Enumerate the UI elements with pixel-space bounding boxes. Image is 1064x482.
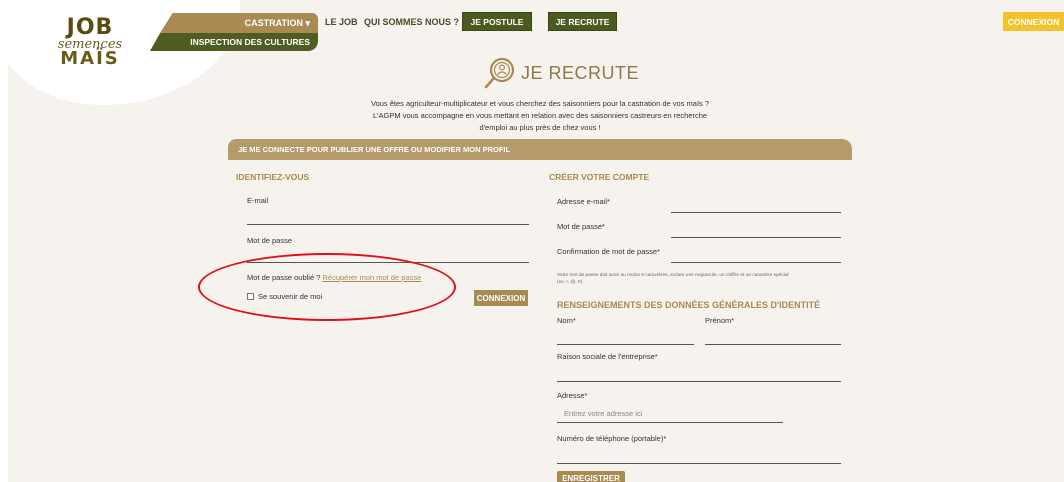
- red-annotation-circle: [198, 253, 456, 321]
- intro-line: d'emploi au plus près de chez vous !: [479, 123, 601, 132]
- nom-label: Nom*: [557, 316, 576, 325]
- phone-label: Numéro de téléphone (portable)*: [557, 434, 667, 443]
- identity-section-title: RENSEIGNEMENTS DES DONNÉES GÉNÉRALES D'I…: [557, 300, 821, 310]
- login-connexion-button[interactable]: CONNEXION: [474, 290, 528, 306]
- nav-qui-sommes-nous[interactable]: QUI SOMMES NOUS ?: [364, 17, 459, 27]
- register-email-label: Adresse e-mail*: [557, 197, 610, 206]
- login-password-label: Mot de passe: [247, 236, 293, 245]
- adresse-label: Adresse*: [557, 391, 588, 400]
- header-connexion-button[interactable]: CONNEXION: [1003, 12, 1064, 31]
- login-email-input[interactable]: [247, 224, 529, 225]
- login-band-header: JE ME CONNECTE POUR PUBLIER UNE OFFRE OU…: [228, 139, 852, 160]
- logo-line-mais: MAÏS: [60, 48, 120, 69]
- page-title: JE RECRUTE: [483, 56, 639, 90]
- brand-logo[interactable]: JOB semences MAÏS: [50, 15, 130, 69]
- nav-castration-menu[interactable]: CASTRATION ▾: [160, 13, 318, 33]
- enregistrer-button[interactable]: ENREGISTRER: [557, 471, 625, 482]
- prenom-label: Prénom*: [705, 316, 735, 325]
- help-line: Votre mot de passe doit avoir au moins 8…: [557, 273, 789, 278]
- password-help-text: Votre mot de passe doit avoir au moins 8…: [557, 272, 847, 286]
- nav-je-postule-button[interactable]: JE POSTULE: [462, 12, 532, 31]
- register-email-input[interactable]: [671, 212, 841, 213]
- nav-inspection-des-cultures[interactable]: INSPECTION DES CULTURES: [150, 33, 318, 51]
- page-title-text: JE RECRUTE: [521, 62, 640, 83]
- register-confirm-input[interactable]: [671, 262, 841, 263]
- register-password-label: Mot de passe*: [557, 222, 605, 231]
- adresse-input[interactable]: Entrez votre adresse ici: [557, 405, 783, 423]
- login-section-title: IDENTIFIEZ-VOUS: [236, 172, 310, 182]
- phone-input[interactable]: [557, 463, 841, 464]
- intro-text: Vous êtes agriculteur-multiplicateur et …: [330, 98, 750, 134]
- raison-sociale-input[interactable]: [557, 381, 841, 382]
- nav-je-recrute-button[interactable]: JE RECRUTE: [548, 12, 617, 31]
- prenom-input[interactable]: [705, 344, 841, 345]
- nav-le-job[interactable]: LE JOB: [325, 17, 358, 27]
- nom-input[interactable]: [557, 344, 694, 345]
- login-email-label: E-mail: [247, 196, 269, 205]
- help-line: (ex. !, @, #).: [557, 280, 584, 285]
- register-password-input[interactable]: [671, 237, 841, 238]
- intro-line: Vous êtes agriculteur-multiplicateur et …: [370, 99, 710, 108]
- intro-line: L'AGPM vous accompagne en vous mettant e…: [372, 111, 708, 120]
- register-section-title: CRÉER VOTRE COMPTE: [549, 172, 650, 182]
- recruit-magnifier-icon: [484, 57, 515, 89]
- logo-line-job: JOB: [66, 15, 114, 40]
- register-confirm-label: Confirmation de mot de passe*: [557, 247, 660, 256]
- raison-sociale-label: Raison sociale de l'entreprise*: [557, 352, 658, 361]
